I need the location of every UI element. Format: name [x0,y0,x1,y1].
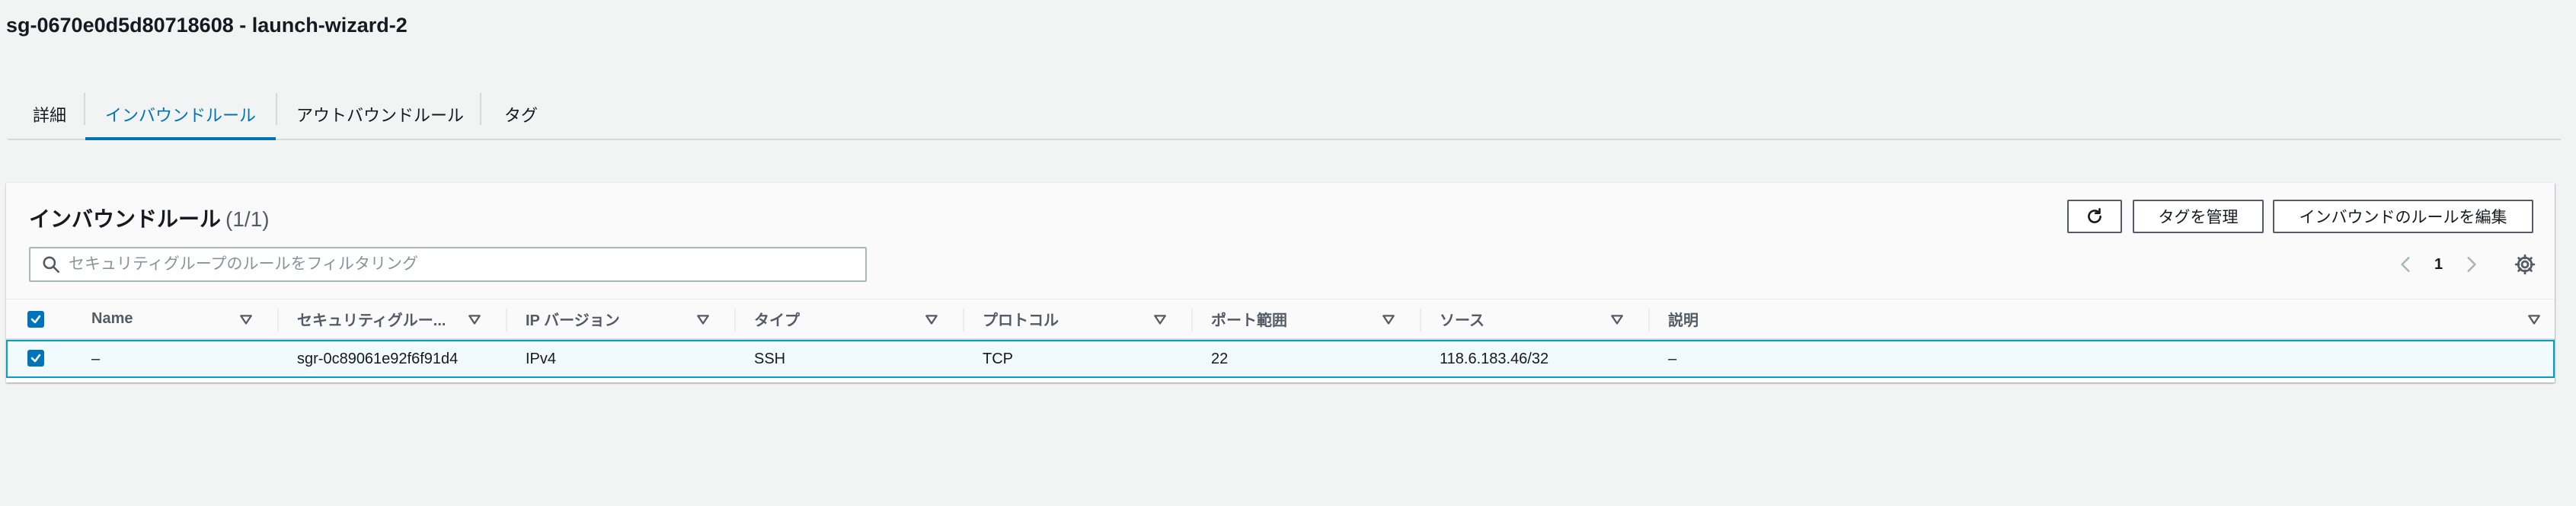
cell-protocol: TCP [983,350,1013,367]
column-header-description[interactable]: 説明 [1668,299,1699,338]
page-number[interactable]: 1 [2434,256,2443,274]
sort-down-icon[interactable] [1382,314,1395,326]
column-header-name[interactable]: Name [91,299,133,338]
page-title: sg-0670e0d5d80718608 - launch-wizard-2 [6,14,407,37]
row-select-checkbox[interactable] [27,350,44,367]
tab-tags[interactable]: タグ [498,90,544,139]
edit-inbound-rules-button[interactable]: インバウンドのルールを編集 [2273,200,2533,233]
cell-source: 118.6.183.46/32 [1440,350,1549,367]
sort-down-icon[interactable] [1153,314,1167,326]
sort-down-icon[interactable] [696,314,710,326]
panel-title: インバウンドルール (1/1) [29,203,270,233]
column-divider [963,309,964,331]
select-all-checkbox[interactable] [27,311,44,328]
pagination: 1 [2396,247,2481,282]
refresh-button[interactable] [2067,200,2122,233]
column-header-ip-version[interactable]: IP バージョン [526,299,620,338]
cell-name: – [91,350,101,367]
column-header-protocol[interactable]: プロトコル [983,299,1059,338]
inbound-rules-panel: インバウンドルール(1/1) タグを管理 インバウンドのルールを編集 1 [6,183,2555,383]
sort-down-icon[interactable] [2527,314,2541,326]
column-divider [734,309,736,331]
filter-search-box[interactable] [29,247,867,282]
tab-bar: 詳細 インバウンドルール アウトバウンドルール タグ [8,90,2561,140]
sort-down-icon[interactable] [239,314,253,326]
sort-down-icon[interactable] [925,314,938,326]
column-header-type[interactable]: タイプ [754,299,800,338]
tab-divider [276,93,277,125]
cell-rule-id: sgr-0c89061e92f6f91d4 [297,350,459,367]
column-header-port-range[interactable]: ポート範囲 [1211,299,1287,338]
column-divider [1648,309,1650,331]
column-header-source[interactable]: ソース [1440,299,1485,338]
checkmark-icon [30,315,41,324]
cell-description: – [1668,350,1677,367]
panel-title-text: インバウンドルール [29,207,222,231]
table-header-row: Name セキュリティグルー... IP バージョン タイプ プロトコル ポート… [6,299,2555,340]
cell-port-range: 22 [1211,350,1229,367]
rule-count: (1/1) [225,207,270,231]
tab-inbound-rules[interactable]: インバウンドルール [85,90,276,140]
column-divider [277,309,279,331]
manage-tags-button[interactable]: タグを管理 [2133,200,2264,233]
chevron-right-icon[interactable] [2461,255,2481,274]
column-header-rule-id[interactable]: セキュリティグルー... [297,299,446,338]
chevron-left-icon[interactable] [2396,255,2416,274]
refresh-icon [2088,207,2101,223]
tab-divider [480,93,481,125]
tab-outbound-rules[interactable]: アウトバウンドルール [286,90,474,139]
tab-details[interactable]: 詳細 [27,90,72,139]
column-divider [1420,309,1421,331]
checkmark-icon [30,354,41,363]
settings-gear-icon[interactable] [2514,253,2536,276]
cell-type: SSH [754,350,786,367]
column-divider [1191,309,1193,331]
sort-down-icon[interactable] [468,314,481,326]
filter-search-input[interactable] [69,255,830,274]
search-icon [43,256,60,274]
panel-header: インバウンドルール(1/1) タグを管理 インバウンドのルールを編集 1 [6,183,2555,299]
table-row[interactable]: – sgr-0c89061e92f6f91d4 IPv4 SSH TCP 22 … [6,340,2555,378]
cell-ip-version: IPv4 [526,350,557,367]
sort-down-icon[interactable] [1610,314,1624,326]
column-divider [506,309,507,331]
